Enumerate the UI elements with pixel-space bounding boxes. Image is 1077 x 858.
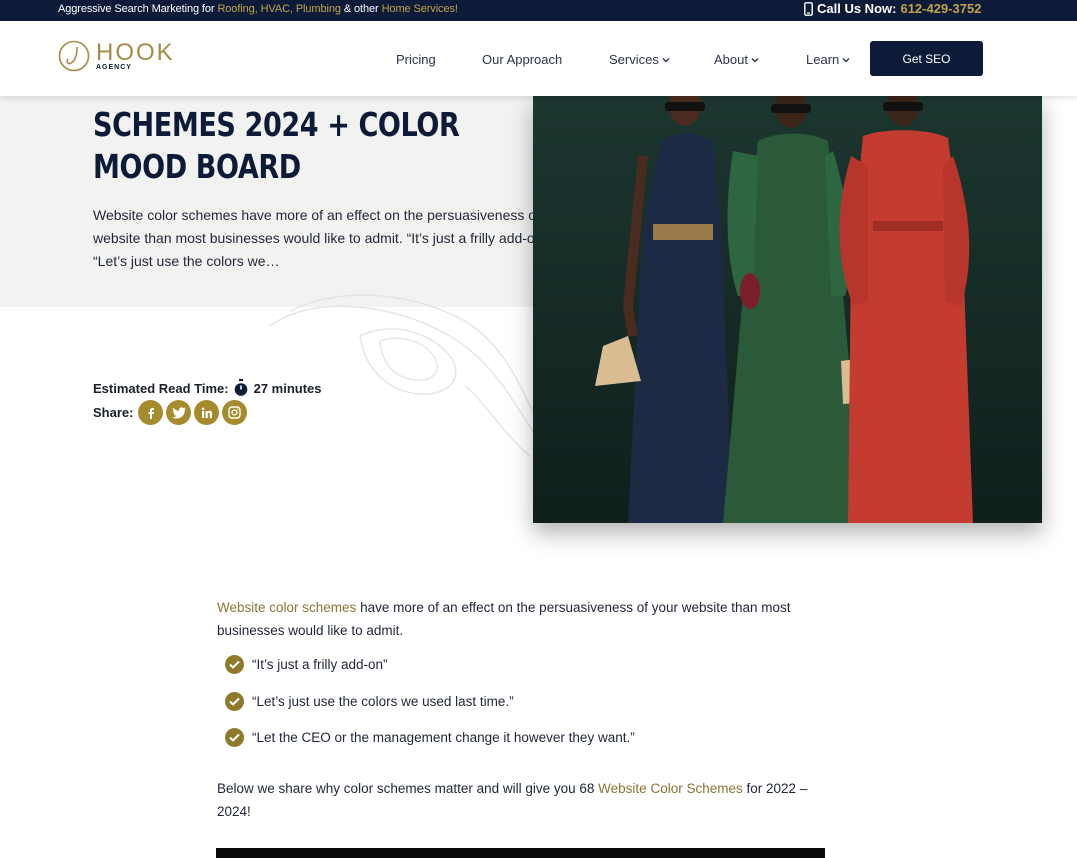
chevron-down-icon [751,57,759,62]
list-item: “It’s just a frilly add-on” [225,655,388,674]
get-seo-button[interactable]: Get SEO [870,41,983,76]
page-title: SCHEMES 2024 + COLOR MOOD BOARD [93,105,460,186]
checkmark-icon [225,728,244,747]
nav-pricing[interactable]: Pricing [396,52,436,67]
tagline-services-link[interactable]: Roofing, HVAC, Plumbing [217,3,341,15]
tagline: Aggressive Search Marketing for Roofing,… [58,3,458,15]
twitter-icon[interactable] [166,400,192,425]
nav-services[interactable]: Services [609,52,670,67]
embedded-media-top-edge [216,848,825,858]
instagram-icon[interactable] [222,400,248,425]
linkedin-icon[interactable] [194,400,220,425]
stopwatch-icon [234,379,247,396]
chevron-down-icon [842,57,850,62]
tagline-prefix: Aggressive Search Marketing for [58,3,218,15]
logo-subtext: AGENCY [96,63,132,71]
share-row: Share: [93,400,248,425]
nav-pricing-label: Pricing [396,52,436,67]
list-item-text: “It’s just a frilly add-on” [252,657,388,672]
phone-number[interactable]: 612-429-3752 [900,1,981,16]
nav-about-label: About [714,52,748,67]
hook-logo-icon [58,40,90,72]
read-time: Estimated Read Time: 27 minutes [93,378,322,398]
nav-about[interactable]: About [714,52,759,67]
list-item-text: “Let the CEO or the management change it… [252,730,635,745]
nav-our-approach[interactable]: Our Approach [482,52,562,67]
list-item: “Let the CEO or the management change it… [225,728,635,747]
hook-agency-logo[interactable]: HOOK AGENCY [58,40,175,72]
tagline-home-services-link[interactable]: Home Services! [382,3,458,15]
call-us[interactable]: Call Us Now: 612-429-3752 [804,1,981,16]
nav-services-label: Services [609,52,659,67]
facebook-icon[interactable] [138,400,164,425]
website-color-schemes-link[interactable]: Website color schemes [217,600,356,615]
article-paragraph: Below we share why color schemes matter … [217,777,827,823]
share-label: Share: [93,405,134,420]
list-item: “Let’s just use the colors we used last … [225,692,514,711]
checkmark-icon [225,655,244,674]
list-item-text: “Let’s just use the colors we used last … [252,694,514,709]
nav-learn-label: Learn [806,52,840,67]
call-us-label: Call Us Now: [817,1,897,16]
logo-wordmark: HOOK [96,38,175,66]
website-color-schemes-link-2[interactable]: Website Color Schemes [598,781,743,796]
phone-icon [804,1,813,16]
tagline-mid: & other [340,3,382,15]
paragraph-text: Below we share why color schemes matter … [217,781,599,796]
top-announcement-bar: Aggressive Search Marketing for Roofing,… [0,0,1077,21]
read-time-value: 27 minutes [253,380,322,396]
article-intro: Website color schemes have more of an ef… [217,596,827,642]
site-header: HOOK AGENCY Pricing Our Approach Service… [0,21,1077,96]
nav-learn[interactable]: Learn [806,52,850,67]
chevron-down-icon [662,57,670,62]
hero-image-illustration [533,96,1042,523]
hero-fashion-image [533,96,1042,523]
nav-our-approach-label: Our Approach [482,52,563,67]
read-time-label: Estimated Read Time: [93,380,229,396]
hero-excerpt: Website color schemes have more of an ef… [93,207,572,269]
checkmark-icon [225,692,244,711]
